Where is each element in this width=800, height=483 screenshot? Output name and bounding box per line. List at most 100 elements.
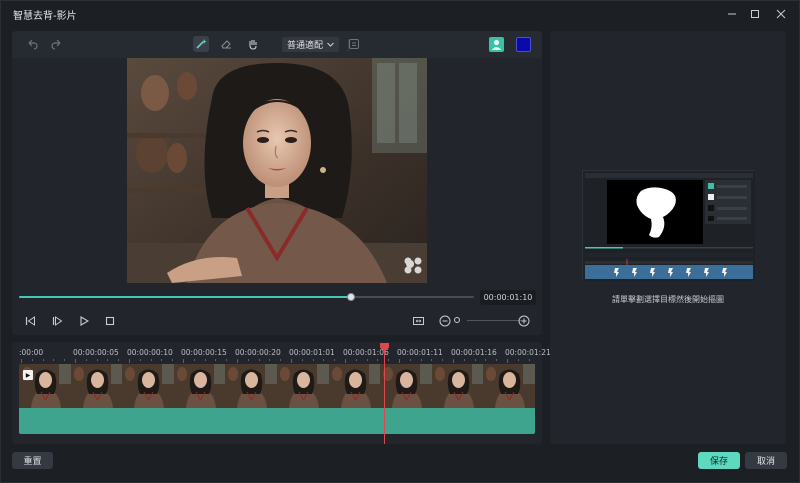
ruler-tick [485, 359, 487, 361]
video-preview[interactable] [127, 58, 427, 283]
ruler-tick [183, 359, 184, 363]
ruler-label: 00:00:01:06 [343, 348, 389, 357]
chevron-down-icon [327, 42, 334, 47]
ruler-tick [85, 359, 87, 361]
ruler-tick [474, 359, 476, 361]
ruler-tick [161, 359, 163, 361]
title-bar: 智慧去背-影片 [1, 1, 800, 27]
undo-icon[interactable] [24, 36, 40, 52]
filmstrip-frame [70, 364, 124, 408]
mask-track[interactable] [19, 408, 535, 434]
ruler-tick [399, 359, 400, 363]
ruler-tick [42, 359, 44, 361]
step-backward-icon[interactable] [23, 314, 37, 328]
ruler-tick [237, 359, 238, 363]
preview-guide-panel: 請單擊劃選擇目標然後開始摳圖 [550, 31, 786, 444]
zoom-slider-handle[interactable] [454, 317, 460, 323]
step-forward-icon[interactable] [50, 314, 64, 328]
ruler-tick [517, 359, 519, 361]
ruler-tick [312, 359, 314, 361]
save-button[interactable]: 保存 [698, 452, 740, 469]
editor-panel: 普通適配 00:00:01:10 [12, 31, 542, 335]
magic-brush-icon[interactable] [193, 36, 209, 52]
fit-screen-icon[interactable] [411, 314, 425, 328]
video-track[interactable] [19, 364, 535, 408]
ruler-tick [258, 359, 260, 361]
ruler-tick [377, 359, 379, 361]
ruler-tick [280, 359, 282, 361]
filmstrip-frame [483, 364, 535, 408]
zoom-out-icon[interactable] [438, 314, 452, 328]
filmstrip-frame [225, 364, 279, 408]
filmstrip-frame [173, 364, 227, 408]
reset-button[interactable]: 重置 [12, 452, 53, 469]
ruler-tick [463, 359, 465, 361]
instruction-text: 請單擊劃選擇目標然後開始摳圖 [612, 295, 724, 304]
ruler-tick [150, 359, 152, 361]
progress-handle[interactable] [347, 293, 356, 301]
mode-label: 普通適配 [287, 41, 324, 51]
timecode-display: 00:00:01:10 [480, 290, 536, 305]
play-icon[interactable] [77, 314, 91, 328]
ruler-tick [453, 359, 454, 363]
ruler-tick [118, 359, 120, 361]
playhead[interactable] [384, 348, 385, 444]
filmstrip-frame [380, 364, 434, 408]
play-icon: ▶ [23, 370, 33, 380]
ruler-tick [301, 359, 303, 361]
filmstrip-frame [122, 364, 176, 408]
ruler-tick [507, 359, 508, 363]
guide-thumbnail [582, 170, 755, 281]
ruler-label: 00:00:01:01 [289, 348, 335, 357]
ruler-tick [528, 359, 530, 361]
ruler-tick [204, 359, 206, 361]
ruler-tick [247, 359, 249, 361]
filmstrip-frame [328, 364, 382, 408]
text-box-icon[interactable] [346, 36, 362, 52]
hand-icon[interactable] [245, 36, 261, 52]
ruler-tick [226, 359, 228, 361]
ruler-tick [96, 359, 98, 361]
person-icon[interactable] [489, 37, 504, 52]
cancel-button[interactable]: 取消 [745, 452, 787, 469]
ruler-tick [442, 359, 444, 361]
progress-fill [19, 296, 352, 298]
ruler-label: 00:00:01:11 [397, 348, 443, 357]
ruler-tick [420, 359, 422, 361]
ruler-label: :00:00 [19, 348, 44, 357]
ruler-tick [291, 359, 292, 363]
ruler-tick [53, 359, 55, 361]
eraser-icon[interactable] [218, 36, 234, 52]
ruler-tick [172, 359, 174, 361]
ruler-tick [31, 359, 33, 361]
ruler-label: 00:00:00:10 [127, 348, 173, 357]
close-icon[interactable] [772, 5, 790, 23]
ruler-tick [215, 359, 217, 361]
zoom-slider[interactable] [467, 320, 522, 321]
ruler-tick [334, 359, 336, 361]
stop-icon[interactable] [103, 314, 117, 328]
ruler-tick [355, 359, 357, 361]
ruler-label: 00:00:01:21 [505, 348, 551, 357]
mode-dropdown[interactable]: 普通適配 [282, 37, 340, 52]
ruler-tick [431, 359, 433, 361]
ruler-label: 00:00:00:05 [73, 348, 119, 357]
playback-progress[interactable] [19, 293, 474, 301]
filmstrip-frame [431, 364, 485, 408]
filmstrip-frame [277, 364, 330, 408]
zoom-in-icon[interactable] [517, 314, 531, 328]
window-title: 智慧去背-影片 [13, 11, 77, 22]
ruler-tick [75, 359, 76, 363]
ruler-tick [21, 359, 22, 363]
ruler-tick [409, 359, 411, 361]
ruler-tick [366, 359, 368, 361]
ruler-tick [107, 359, 109, 361]
redo-icon[interactable] [49, 36, 65, 52]
minimize-icon[interactable] [723, 5, 741, 23]
ruler-tick [323, 359, 325, 361]
ruler-tick [139, 359, 141, 361]
ruler-tick [496, 359, 498, 361]
mask-color-swatch[interactable] [516, 37, 531, 52]
smart-cutout-dialog: 智慧去背-影片 普通適配 00:00:01:10:00:00 00:00:00… [0, 0, 800, 483]
maximize-icon[interactable] [746, 5, 764, 23]
